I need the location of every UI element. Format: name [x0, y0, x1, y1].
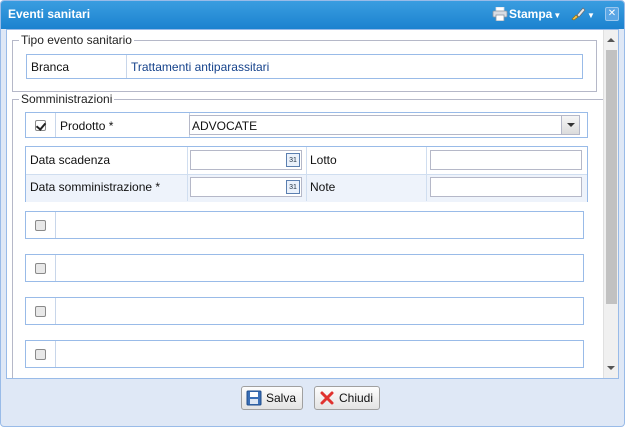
scroll-up-icon[interactable] — [607, 38, 615, 42]
list-item[interactable] — [25, 211, 584, 239]
save-button[interactable]: Salva — [241, 386, 304, 410]
dialog-body: Tipo evento sanitario Branca Trattamenti… — [6, 29, 619, 379]
prodotto-label: Prodotto * — [60, 119, 114, 133]
row-checkbox[interactable] — [35, 220, 46, 231]
close-red-icon — [319, 390, 335, 406]
data-scadenza-input[interactable]: 31 — [190, 150, 302, 170]
dialog-footer: Salva Chiudi — [1, 379, 624, 426]
prodotto-select[interactable]: ADVOCATE — [189, 115, 580, 135]
stampa-button[interactable]: Stampa ▼ — [492, 7, 561, 21]
note-input[interactable] — [430, 177, 582, 197]
list-item[interactable] — [25, 297, 584, 325]
prodotto-checkbox[interactable] — [35, 120, 46, 131]
calendar-icon[interactable]: 31 — [286, 180, 300, 194]
chevron-down-icon: ▼ — [587, 11, 595, 20]
floppy-icon — [246, 390, 262, 406]
branca-label: Branca — [27, 55, 127, 78]
data-somministrazione-label: Data somministrazione * — [30, 180, 161, 194]
close-icon[interactable]: ✕ — [605, 7, 619, 21]
vertical-scrollbar[interactable] — [603, 30, 618, 378]
row-checkbox[interactable] — [35, 349, 46, 360]
scroll-thumb[interactable] — [606, 50, 617, 304]
list-item[interactable] — [25, 254, 584, 282]
dialog-window: Eventi sanitari Stampa ▼ ▼ ✕ Tipo evento… — [0, 0, 625, 427]
lotto-input[interactable] — [430, 150, 582, 170]
window-title: Eventi sanitari — [8, 7, 91, 21]
chevron-down-icon: ▼ — [553, 11, 562, 20]
close-button[interactable]: Chiudi — [314, 386, 381, 410]
data-somministrazione-input[interactable]: 31 — [190, 177, 302, 197]
scroll-down-icon[interactable] — [607, 366, 615, 370]
data-scadenza-label: Data scadenza — [30, 153, 111, 167]
stampa-label: Stampa — [509, 7, 553, 21]
save-label: Salva — [266, 391, 297, 405]
lotto-label: Lotto — [310, 153, 337, 167]
close-label: Chiudi — [339, 391, 374, 405]
chevron-down-icon[interactable] — [561, 116, 579, 134]
tipo-evento-fieldset: Tipo evento sanitario Branca Trattamenti… — [12, 33, 597, 92]
branca-value: Trattamenti antiparassitari — [131, 59, 270, 74]
somministrazioni-legend: Somministrazioni — [19, 92, 115, 106]
brush-icon — [571, 7, 586, 21]
branca-row: Branca Trattamenti antiparassitari — [26, 54, 583, 79]
prodotto-select-value: ADVOCATE — [192, 119, 258, 133]
form-scroll-area[interactable]: Tipo evento sanitario Branca Trattamenti… — [7, 30, 603, 378]
printer-icon — [492, 7, 508, 21]
note-label: Note — [310, 180, 336, 194]
row-checkbox[interactable] — [35, 263, 46, 274]
calendar-icon[interactable]: 31 — [286, 153, 300, 167]
title-bar[interactable]: Eventi sanitari Stampa ▼ ▼ ✕ — [1, 1, 624, 29]
list-item[interactable] — [25, 340, 584, 368]
tipo-evento-legend: Tipo evento sanitario — [19, 33, 134, 47]
row-checkbox[interactable] — [35, 306, 46, 317]
tools-button[interactable]: ▼ — [570, 7, 595, 21]
